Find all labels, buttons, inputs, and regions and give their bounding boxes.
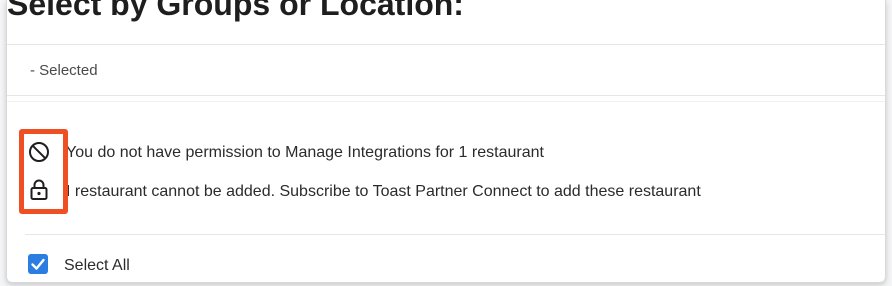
permission-notice-text: You do not have permission to Manage Int…	[66, 144, 544, 161]
divider	[7, 95, 885, 96]
subscription-notice-text: I restaurant cannot be added. Subscribe …	[66, 183, 701, 200]
checkmark-icon	[31, 258, 45, 270]
select-all-checkbox[interactable]	[28, 254, 48, 274]
location-selector-panel: Select by Groups or Location: - Selected…	[6, 0, 886, 283]
select-all-label[interactable]: Select All	[64, 257, 130, 275]
divider	[25, 234, 885, 235]
selected-summary-dropdown[interactable]: - Selected	[30, 62, 98, 79]
divider	[7, 101, 885, 102]
section-title: Select by Groups or Location:	[7, 0, 464, 22]
icon-highlight-box	[19, 129, 68, 214]
divider	[7, 44, 885, 45]
